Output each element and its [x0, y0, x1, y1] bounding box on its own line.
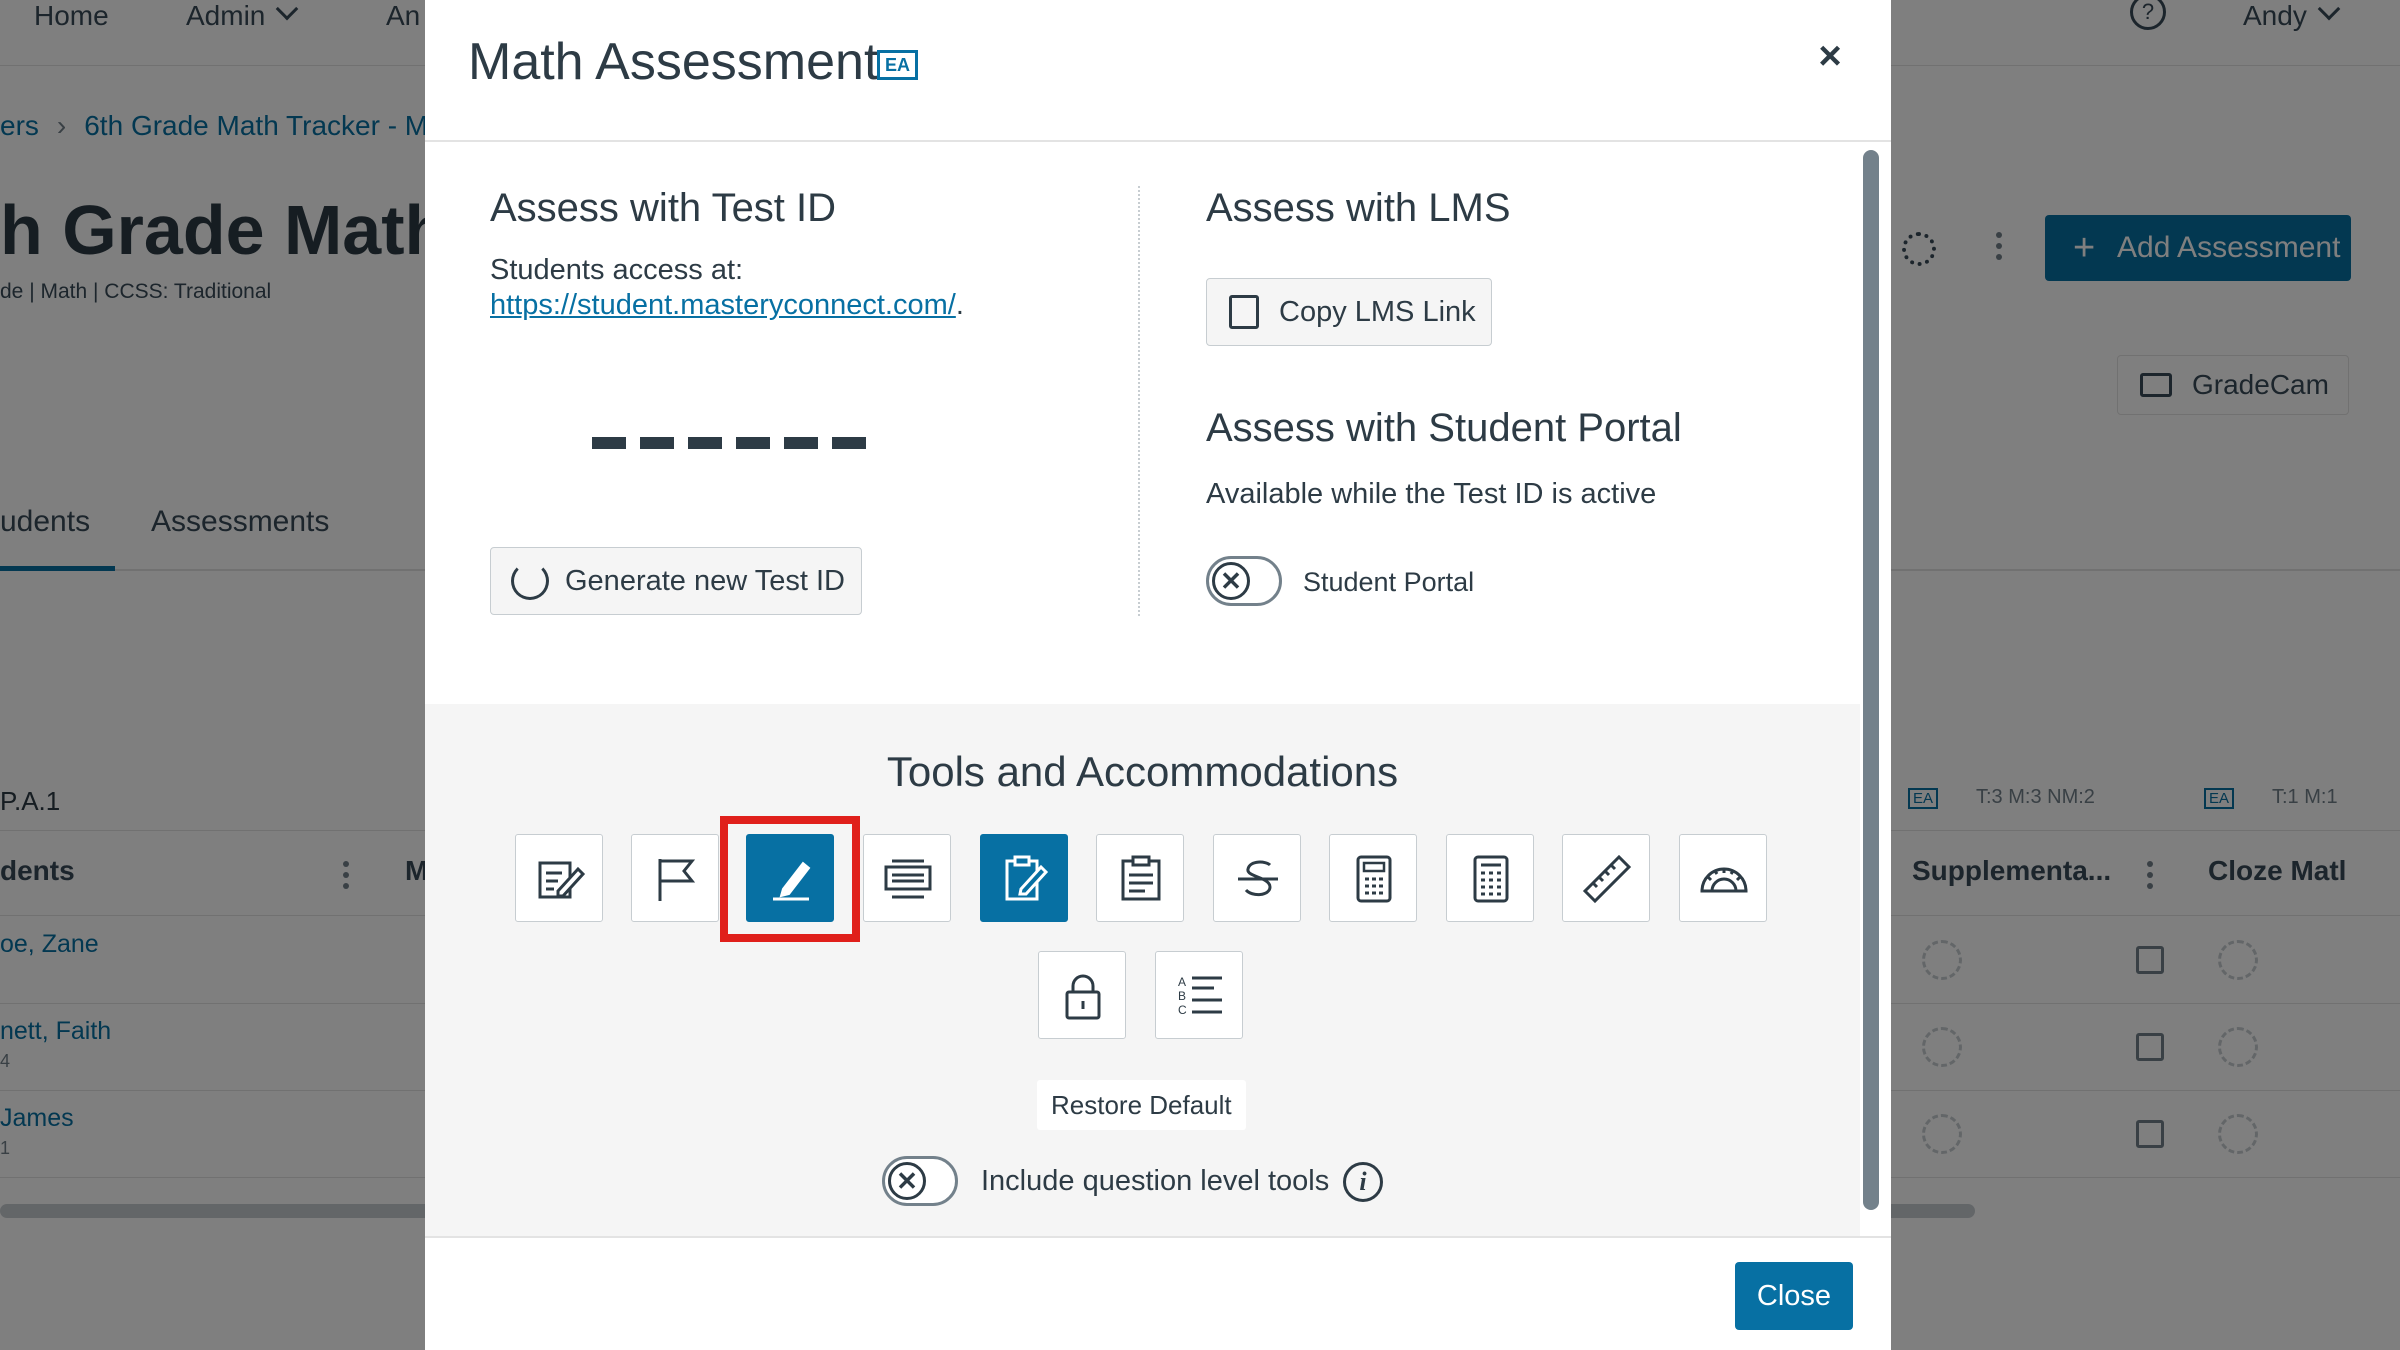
- restore-default-button[interactable]: Restore Default: [1037, 1080, 1246, 1130]
- answer-edit-tool-button[interactable]: [980, 834, 1068, 922]
- clipboard-icon: [1121, 855, 1161, 901]
- modal-title: Math Assessment: [468, 33, 879, 91]
- copy-lms-link-button[interactable]: Copy LMS Link: [1206, 278, 1492, 346]
- lms-heading: Assess with LMS: [1206, 186, 1511, 230]
- question-level-tools-toggle[interactable]: ✕: [882, 1156, 958, 1206]
- clipboard-tool-button[interactable]: [1096, 834, 1184, 922]
- flag-icon: [658, 859, 696, 901]
- notepad-icon: [538, 861, 586, 899]
- strikethrough-tool-button[interactable]: [1213, 834, 1301, 922]
- ruler-icon: [1582, 854, 1632, 904]
- test-id-heading: Assess with Test ID: [490, 186, 837, 230]
- protractor-icon: [1700, 867, 1748, 893]
- test-id-placeholder: [592, 436, 880, 454]
- ruler-tool-button[interactable]: [1562, 834, 1650, 922]
- strikethrough-icon: [1238, 860, 1278, 896]
- close-button[interactable]: Close: [1735, 1262, 1853, 1330]
- protractor-tool-button[interactable]: [1679, 834, 1767, 922]
- tools-heading: Tools and Accommodations: [886, 748, 1399, 795]
- math-assessment-modal: Math Assessment EA × Assess with Test ID…: [425, 0, 1891, 1350]
- access-url-line: https://student.masteryconnect.com/.: [490, 289, 964, 322]
- highlighter-icon: [773, 861, 811, 901]
- modal-scrollbar[interactable]: [1863, 150, 1879, 1210]
- flag-tool-button[interactable]: [631, 834, 719, 922]
- info-icon[interactable]: i: [1343, 1162, 1383, 1202]
- student-portal-description: Available while the Test ID is active: [1206, 478, 1657, 510]
- tools-panel: Tools and Accommodations A B C Restore D…: [425, 704, 1860, 1236]
- url-suffix: .: [955, 289, 964, 321]
- student-url-link[interactable]: https://student.masteryconnect.com/: [490, 289, 956, 321]
- line-reader-icon: [884, 859, 932, 899]
- svg-text:A: A: [1178, 975, 1186, 989]
- ea-badge: EA: [877, 50, 919, 80]
- scientific-calculator-tool-button[interactable]: [1446, 834, 1534, 922]
- basic-calculator-tool-button[interactable]: [1329, 834, 1417, 922]
- toggle-off-icon: ✕: [1212, 562, 1250, 600]
- student-portal-toggle[interactable]: ✕: [1206, 556, 1282, 606]
- generate-test-id-label: Generate new Test ID: [565, 565, 845, 597]
- scientific-calculator-icon: [1473, 855, 1509, 903]
- answer-choices-icon: ABC: [1178, 975, 1222, 1017]
- toggle-off-icon: ✕: [888, 1162, 926, 1200]
- svg-text:B: B: [1178, 989, 1186, 1003]
- close-icon[interactable]: ×: [1810, 36, 1850, 76]
- modal-header: Math Assessment EA ×: [425, 0, 1891, 142]
- question-level-tools-label: Include question level tools: [981, 1165, 1330, 1197]
- refresh-icon: [511, 562, 549, 600]
- access-label: Students access at:: [490, 254, 744, 286]
- answer-choices-tool-button[interactable]: ABC: [1155, 951, 1243, 1039]
- lock-icon: [1065, 974, 1101, 1020]
- highlighter-tool-button[interactable]: [746, 834, 834, 922]
- copy-lms-link-label: Copy LMS Link: [1279, 296, 1476, 328]
- notepad-tool-button[interactable]: [515, 834, 603, 922]
- line-reader-tool-button[interactable]: [863, 834, 951, 922]
- answer-edit-icon: [1005, 855, 1049, 901]
- section-divider: [1138, 186, 1140, 616]
- student-portal-heading: Assess with Student Portal: [1206, 406, 1682, 450]
- modal-footer: Close: [425, 1236, 1891, 1350]
- lock-tool-button[interactable]: [1038, 951, 1126, 1039]
- student-portal-label: Student Portal: [1303, 567, 1475, 597]
- copy-icon: [1229, 295, 1259, 329]
- basic-calculator-icon: [1356, 855, 1392, 903]
- generate-test-id-button[interactable]: Generate new Test ID: [490, 547, 862, 615]
- modal-body: Assess with Test ID Students access at: …: [425, 144, 1860, 1236]
- svg-text:C: C: [1178, 1003, 1187, 1017]
